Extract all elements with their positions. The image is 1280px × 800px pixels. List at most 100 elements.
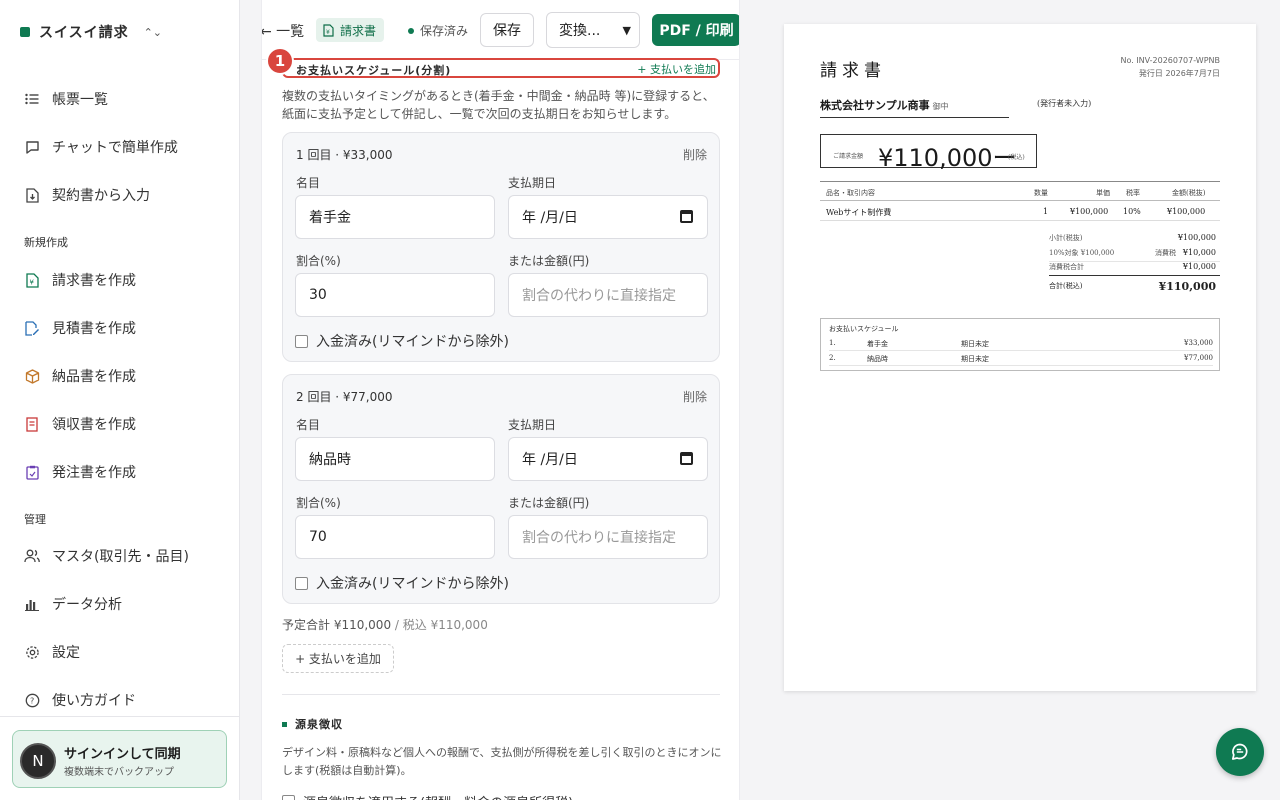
sidebar-item-label: 見積書を作成 <box>52 321 136 337</box>
paid-label: 入金済み(リマインドから除外) <box>316 334 509 350</box>
section-marker-icon <box>282 721 287 727</box>
preview-schedule-title: お支払いスケジュール <box>829 325 899 333</box>
payment-title: 1 回目 · ¥33,000 <box>296 148 393 162</box>
schedule-row-no: 2. <box>829 354 836 362</box>
name-input[interactable]: 納品時 <box>295 437 495 481</box>
sidebar-item-create-estimate[interactable]: 見積書を作成 <box>24 318 136 338</box>
header-amount: 金額(税抜) <box>1172 189 1206 197</box>
pdf-print-button[interactable]: PDF / 印刷 <box>652 14 739 46</box>
schedule-row-due: 期日未定 <box>961 355 989 363</box>
chat-bubble-icon <box>24 139 40 155</box>
name-input[interactable]: 着手金 <box>295 195 495 239</box>
withholding-checkbox-row[interactable]: 源泉徴収を適用する(報酬・料金の源泉所得税) <box>282 792 573 800</box>
package-icon <box>24 368 40 384</box>
sidebar-item-chat-create[interactable]: チャットで簡単作成 <box>24 137 178 157</box>
add-payment-link[interactable]: + 支払いを追加 <box>637 61 716 77</box>
row-qty: 1 <box>1043 207 1049 216</box>
preview-number: No. INV-20260707-WPNB <box>1120 56 1220 65</box>
sidebar-item-label: 領収書を作成 <box>52 417 136 433</box>
doc-type-badge: ¥ 請求書 <box>316 18 385 42</box>
withholding-checkbox[interactable] <box>282 795 295 800</box>
summary-tax-value: ¥10,000 <box>1182 248 1216 257</box>
ratio-input[interactable]: 30 <box>295 273 495 317</box>
section-divider <box>282 694 720 695</box>
amount-input[interactable]: 割合の代わりに直接指定 <box>508 273 708 317</box>
paid-checkbox[interactable] <box>295 334 308 348</box>
summary-tax-target: 10%対象 ¥100,000 消費税 ¥10,000 <box>1049 248 1220 262</box>
save-status: 保存済み <box>408 22 468 39</box>
brand-switcher[interactable]: スイスイ請求 ⌃⌄ <box>20 22 162 42</box>
calendar-icon[interactable] <box>680 452 693 465</box>
sidebar-item-label: 設定 <box>52 645 80 661</box>
row-item: Webサイト制作費 <box>826 208 892 217</box>
due-label: 支払期日 <box>508 418 557 432</box>
schedule-row: 1. 着手金 期日未定 ¥33,000 <box>829 336 1213 351</box>
users-icon <box>24 548 40 564</box>
convert-select[interactable]: 変換... ▼ <box>546 12 640 48</box>
back-to-list-link[interactable]: ← 一覧 <box>262 21 304 41</box>
sidebar-item-settings[interactable]: 設定 <box>24 642 80 662</box>
preview-total-box: ご請求金額 ¥110,000ー (税込) <box>820 134 1037 172</box>
sidebar-section-new: 新規作成 <box>24 236 68 249</box>
sidebar-item-label: 納品書を作成 <box>52 369 136 385</box>
delete-payment-button[interactable]: 削除 <box>683 146 707 163</box>
withholding-checkbox-label: 源泉徴収を適用する(報酬・料金の源泉所得税) <box>303 792 573 800</box>
gear-icon <box>24 644 40 660</box>
due-date-input[interactable]: 年 /月/日 <box>508 195 708 239</box>
calendar-icon[interactable] <box>680 210 693 223</box>
preview-issue-date: 発行日 2026年7月7日 <box>1138 69 1220 78</box>
amount-input[interactable]: 割合の代わりに直接指定 <box>508 515 708 559</box>
sidebar-section-manage: 管理 <box>24 513 46 526</box>
summary-tax-label: 消費税 <box>1155 249 1176 257</box>
summary-tax-total-value: ¥10,000 <box>1182 262 1216 271</box>
sidebar-item-label: 契約書から入力 <box>52 188 150 204</box>
sidebar-item-documents[interactable]: 帳票一覧 <box>24 89 108 109</box>
withholding-title: 源泉徴収 <box>282 716 343 732</box>
preview-total-amount: ¥110,000ー <box>878 144 1017 172</box>
sidebar-item-label: データ分析 <box>52 597 122 613</box>
add-payment-button[interactable]: + 支払いを追加 <box>282 644 394 673</box>
brand-name: スイスイ請求 <box>39 25 129 41</box>
sidebar-item-create-order[interactable]: 発注書を作成 <box>24 462 136 482</box>
date-placeholder: 年 /月/日 <box>522 452 578 468</box>
ratio-input[interactable]: 70 <box>295 515 495 559</box>
sidebar-item-contract-import[interactable]: 契約書から入力 <box>24 185 150 205</box>
paid-checkbox-row[interactable]: 入金済み(リマインドから除外) <box>295 331 509 351</box>
chevron-updown-icon: ⌃⌄ <box>143 25 163 39</box>
sidebar-item-guide[interactable]: ? 使い方ガイド <box>24 690 136 710</box>
header-qty: 数量 <box>1034 189 1048 197</box>
sidebar-item-master[interactable]: マスタ(取引先・品目) <box>24 546 189 566</box>
sidebar-item-create-receipt[interactable]: 領収書を作成 <box>24 414 136 434</box>
withholding-title-text: 源泉徴収 <box>295 718 343 731</box>
summary-total-label: 合計(税込) <box>1049 282 1083 290</box>
toolbar: ← 一覧 ¥ 請求書 保存済み 保存 変換... ▼ PDF / 印刷 <box>262 0 739 60</box>
sidebar: スイスイ請求 ⌃⌄ 帳票一覧 チャットで簡単作成 契約書から入力 新規作成 ¥ … <box>0 0 240 800</box>
editor-panel: ← 一覧 ¥ 請求書 保存済み 保存 変換... ▼ PDF / 印刷 お支払い… <box>261 0 740 800</box>
schedule-row-name: 納品時 <box>867 355 888 363</box>
convert-select-value: 変換... <box>559 23 601 39</box>
paid-checkbox[interactable] <box>295 576 308 590</box>
paid-checkbox-row[interactable]: 入金済み(リマインドから除外) <box>295 573 509 593</box>
payment-card-2: 2 回目 · ¥77,000 削除 名目 支払期日 納品時 年 /月/日 割合(… <box>282 374 720 604</box>
preview-issuer: (発行者未入力) <box>1037 99 1092 108</box>
signin-subtitle: 複数端末でバックアップ <box>64 767 174 778</box>
receipt-icon <box>24 416 40 432</box>
delete-payment-button[interactable]: 削除 <box>683 388 707 405</box>
sidebar-item-analytics[interactable]: データ分析 <box>24 594 122 614</box>
schedule-row-no: 1. <box>829 339 836 347</box>
list-icon <box>24 91 40 107</box>
summary-total: 合計(税込) ¥110,000 <box>1049 280 1220 297</box>
sidebar-item-create-invoice[interactable]: ¥ 請求書を作成 <box>24 270 136 290</box>
preview-table-header: 品名・取引内容 数量 単価 税率 金額(税抜) <box>820 181 1220 201</box>
sidebar-item-create-delivery[interactable]: 納品書を作成 <box>24 366 136 386</box>
signin-card[interactable]: N サインインして同期 複数端末でバックアップ <box>12 730 227 788</box>
avatar: N <box>20 743 56 779</box>
sidebar-item-label: 帳票一覧 <box>52 92 108 108</box>
due-date-input[interactable]: 年 /月/日 <box>508 437 708 481</box>
save-button[interactable]: 保存 <box>480 13 534 47</box>
invoice-icon: ¥ <box>24 272 40 288</box>
preview-total-label: ご請求金額 <box>833 153 864 160</box>
svg-text:¥: ¥ <box>326 29 330 36</box>
schedule-row-amount: ¥77,000 <box>1184 354 1213 362</box>
chat-fab-button[interactable] <box>1216 728 1264 776</box>
